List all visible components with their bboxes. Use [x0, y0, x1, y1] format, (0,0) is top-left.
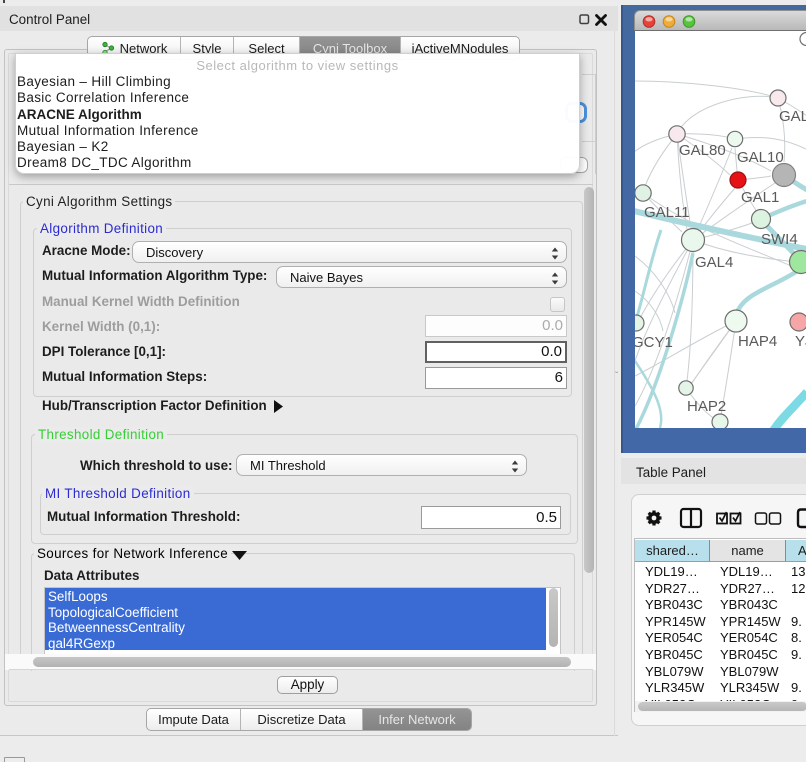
svg-text:HAP2: HAP2 [687, 398, 726, 415]
svg-text:GAL2: GAL2 [779, 108, 806, 125]
svg-text:GAL80: GAL80 [679, 142, 726, 159]
svg-text:YJ: YJ [795, 333, 806, 350]
svg-text:GCY1: GCY1 [635, 334, 673, 351]
svg-text:SWI4: SWI4 [761, 231, 798, 248]
svg-text:GAL4: GAL4 [695, 254, 733, 271]
svg-text:GAL11: GAL11 [644, 204, 690, 221]
svg-text:HAP4: HAP4 [738, 333, 777, 350]
svg-text:GAL10: GAL10 [737, 149, 784, 166]
svg-text:GAL1: GAL1 [741, 189, 779, 206]
